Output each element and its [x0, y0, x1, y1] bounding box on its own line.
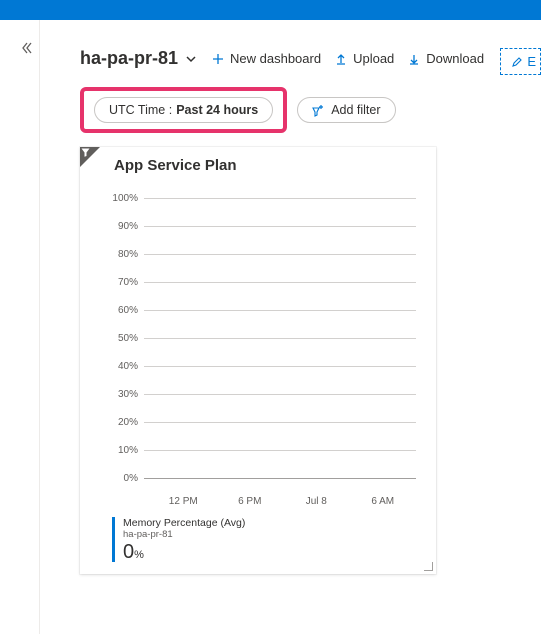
x-tick-label: 12 PM [150, 496, 217, 507]
add-filter-button[interactable]: Add filter [297, 97, 395, 123]
tile-title: App Service Plan [114, 157, 422, 174]
gridline: 0% [112, 464, 416, 492]
legend-value-unit: % [134, 549, 144, 561]
gridline: 100% [112, 184, 416, 212]
legend-metric-name: Memory Percentage (Avg) [123, 517, 422, 529]
gridline-line [144, 366, 416, 367]
add-filter-icon [312, 104, 325, 117]
azure-topbar [0, 0, 541, 20]
gridline: 30% [112, 380, 416, 408]
x-tick-label: 6 PM [217, 496, 284, 507]
plus-icon [212, 53, 224, 65]
chevron-down-icon [184, 52, 198, 66]
gridline-line [144, 450, 416, 451]
dashboard-name: ha-pa-pr-81 [80, 48, 178, 69]
y-tick-label: 30% [112, 389, 144, 400]
y-tick-label: 10% [112, 445, 144, 456]
expand-sidebar-button[interactable] [20, 42, 32, 54]
y-tick-label: 60% [112, 305, 144, 316]
time-filter-label: UTC Time : [109, 103, 172, 117]
y-tick-label: 70% [112, 277, 144, 288]
gridline-line [144, 422, 416, 423]
gridline: 80% [112, 240, 416, 268]
x-tick-label: Jul 8 [283, 496, 350, 507]
new-dashboard-button[interactable]: New dashboard [212, 51, 321, 66]
gridline: 50% [112, 324, 416, 352]
upload-icon [335, 53, 347, 65]
gridline: 60% [112, 296, 416, 324]
gridline: 40% [112, 352, 416, 380]
upload-button[interactable]: Upload [335, 51, 394, 66]
edit-label: E [527, 54, 536, 69]
y-tick-label: 90% [112, 221, 144, 232]
metrics-tile[interactable]: App Service Plan 100% 90% 80% 70% 60% 50% 40% 3… [80, 147, 436, 574]
funnel-icon [81, 148, 90, 157]
y-tick-label: 20% [112, 417, 144, 428]
y-tick-label: 40% [112, 361, 144, 372]
time-range-filter[interactable]: UTC Time : Past 24 hours [94, 97, 273, 123]
gridline-line [144, 394, 416, 395]
legend-value-number: 0 [123, 541, 134, 563]
gridline-line [144, 198, 416, 199]
gridline-line [144, 254, 416, 255]
x-axis: 12 PM6 PMJul 86 AM [150, 492, 416, 507]
pencil-icon [511, 56, 523, 68]
y-tick-label: 80% [112, 249, 144, 260]
upload-label: Upload [353, 51, 394, 66]
resize-handle[interactable] [424, 562, 433, 571]
dashboard-selector[interactable]: ha-pa-pr-81 [80, 48, 198, 69]
tutorial-highlight: UTC Time : Past 24 hours [80, 87, 287, 133]
sidebar-collapsed [0, 20, 40, 634]
legend-value: 0% [123, 542, 422, 562]
gridline: 90% [112, 212, 416, 240]
edit-button[interactable]: E [500, 48, 541, 75]
chart-legend: Memory Percentage (Avg) ha-pa-pr-81 0% [112, 517, 422, 562]
gridline: 70% [112, 268, 416, 296]
line-chart: 100%90%80%70%60%50%40%30%20%10%0% 12 PM6… [112, 184, 416, 507]
add-filter-label: Add filter [331, 103, 380, 117]
gridline-line [144, 478, 416, 479]
y-tick-label: 100% [112, 193, 144, 204]
new-dashboard-label: New dashboard [230, 51, 321, 66]
gridline: 20% [112, 408, 416, 436]
gridline-line [144, 226, 416, 227]
download-label: Download [426, 51, 484, 66]
gridline: 10% [112, 436, 416, 464]
y-tick-label: 50% [112, 333, 144, 344]
gridline-line [144, 282, 416, 283]
y-tick-label: 0% [112, 473, 144, 484]
time-filter-value: Past 24 hours [176, 103, 258, 117]
legend-resource-name: ha-pa-pr-81 [123, 529, 422, 540]
download-icon [408, 53, 420, 65]
gridline-line [144, 338, 416, 339]
x-tick-label: 6 AM [350, 496, 417, 507]
gridline-line [144, 310, 416, 311]
download-button[interactable]: Download [408, 51, 484, 66]
